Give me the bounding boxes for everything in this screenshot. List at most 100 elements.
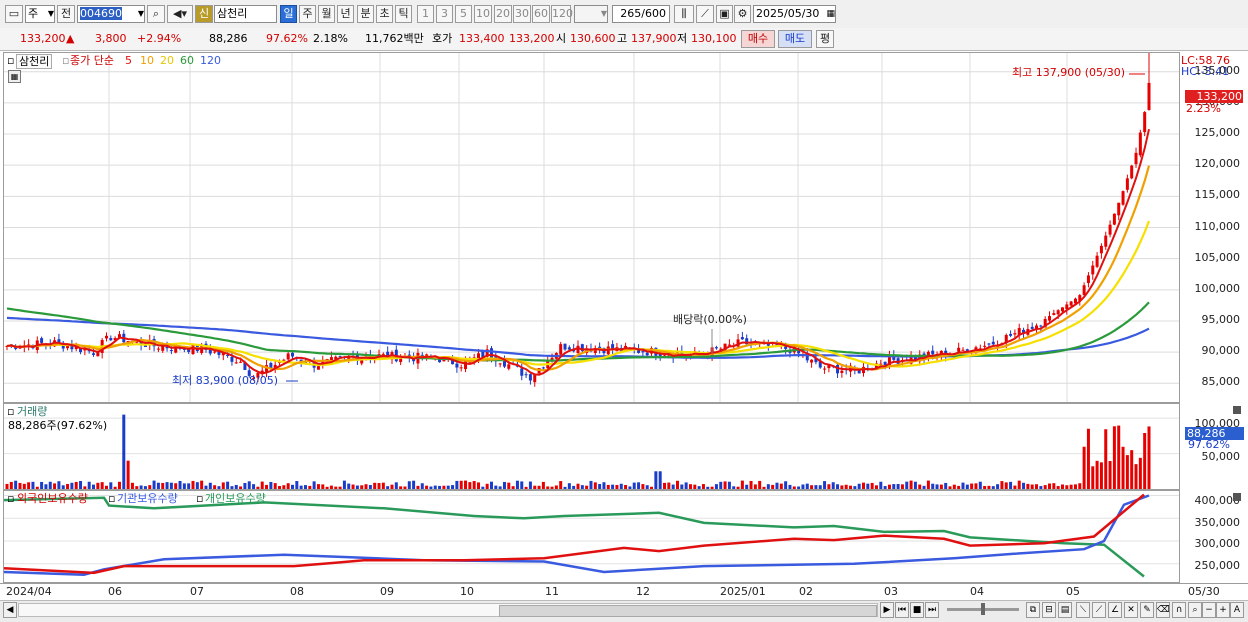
market-select[interactable]: 주 ▼ (25, 5, 55, 23)
prev-button[interactable]: 전 (57, 5, 75, 23)
count-input[interactable]: 265/600 (612, 5, 670, 23)
volume-bar (554, 485, 558, 489)
copy-icon[interactable]: ⧉ (1026, 602, 1040, 618)
buy-button[interactable]: 매수 (741, 30, 775, 48)
volume-bar (61, 485, 65, 489)
volume-bar (117, 481, 121, 489)
font-size-icon[interactable]: A (1230, 602, 1244, 618)
candle-body (983, 345, 987, 347)
volume-bar (546, 486, 550, 489)
candle-body (1138, 132, 1142, 156)
eval-button[interactable]: 평 (816, 30, 834, 48)
period-minute[interactable]: 분 (357, 5, 374, 23)
volume-bar (541, 481, 545, 489)
volume-bar (1147, 426, 1151, 489)
interval-120[interactable]: 120 (551, 5, 573, 23)
interval-3[interactable]: 3 (436, 5, 453, 23)
x-axis-tick: 11 (545, 585, 559, 598)
volume-bar (1035, 484, 1039, 489)
scroll-right-icon[interactable]: ▶ (880, 602, 894, 618)
date-input[interactable]: 2025/05/30 ▦ (753, 5, 836, 23)
cross-icon[interactable]: ✕ (1124, 602, 1138, 618)
candle-body (991, 341, 995, 345)
fib-icon[interactable]: ⟋ (1092, 602, 1106, 618)
period-week[interactable]: 주 (299, 5, 316, 23)
candle-body (957, 347, 961, 352)
candle-icon[interactable]: ⫼ (674, 5, 694, 23)
scrollbar-thumb[interactable] (499, 605, 877, 617)
grid-toggle-icon[interactable]: ▦ (8, 70, 21, 83)
period-tick[interactable]: 틱 (395, 5, 412, 23)
volume-bar (381, 482, 385, 489)
save-icon[interactable]: ▣ (716, 5, 733, 23)
panel-handle-icon[interactable]: ▫ (7, 405, 14, 418)
volume-bar (5, 483, 9, 489)
gear-icon[interactable]: ⚙ (734, 5, 751, 23)
rewind-icon[interactable]: ⏮ (895, 602, 909, 618)
stock-name-field[interactable]: 삼천리 (214, 5, 277, 23)
panel-handle-icon[interactable]: ▫ (7, 54, 14, 67)
pen-icon[interactable]: ✎ (1140, 602, 1154, 618)
date-value: 2025/05/30 (756, 7, 820, 20)
minus-icon[interactable]: − (1202, 602, 1216, 618)
stock-label[interactable]: 삼천리 (16, 54, 53, 69)
candle-body (1125, 178, 1129, 190)
volume-bar (853, 486, 857, 489)
volume-bar (472, 481, 476, 489)
period-day[interactable]: 일 (280, 5, 297, 23)
chart-scrollbar[interactable] (18, 603, 878, 617)
interval-60[interactable]: 60 (532, 5, 550, 23)
trendline-icon[interactable]: ⟍ (1076, 602, 1090, 618)
volume-bar (464, 480, 468, 489)
eraser-icon[interactable]: ⌫ (1156, 602, 1170, 618)
draw-line-icon[interactable]: ⟋ (696, 5, 714, 23)
holding-panel[interactable] (3, 490, 1180, 583)
volume-bar (282, 485, 286, 489)
interval-30[interactable]: 30 (513, 5, 531, 23)
panel-close-icon[interactable] (1233, 406, 1241, 414)
sell-button[interactable]: 매도 (778, 30, 812, 48)
period-second[interactable]: 초 (376, 5, 393, 23)
zoom-slider[interactable] (947, 603, 1019, 615)
volume-bar (887, 484, 891, 489)
volume-bar (451, 485, 455, 489)
panel-close-icon[interactable] (1233, 493, 1241, 501)
search-icon[interactable]: ⌕ (147, 5, 165, 23)
credit-badge[interactable]: 신 (195, 5, 213, 23)
volume-bar (442, 485, 446, 489)
interval-20[interactable]: 20 (494, 5, 512, 23)
volume-bar (269, 481, 273, 489)
volume-bar (9, 481, 13, 489)
candle-body (1069, 301, 1073, 306)
price-chart-panel[interactable] (3, 52, 1180, 403)
stock-code-input[interactable]: 004690 ▼ (77, 5, 145, 23)
stop-icon[interactable]: ■ (910, 602, 924, 618)
period-month[interactable]: 월 (318, 5, 335, 23)
volume-bar (1086, 428, 1090, 489)
layout-icon[interactable]: ⊟ (1042, 602, 1056, 618)
volume-bar (243, 482, 247, 489)
table-icon[interactable]: ▤ (1058, 602, 1072, 618)
scroll-left-icon[interactable]: ◀ (3, 602, 17, 618)
period-year[interactable]: 년 (337, 5, 354, 23)
interval-1[interactable]: 1 (417, 5, 434, 23)
price-y-tick: 135,000 (1194, 63, 1241, 77)
interval-custom-select[interactable]: ▼ (574, 5, 608, 23)
holding-canvas (4, 493, 1179, 578)
angle-icon[interactable]: ∠ (1108, 602, 1122, 618)
zoom-icon[interactable]: ⌕ (1188, 602, 1202, 618)
candle-body (563, 343, 567, 350)
interval-10[interactable]: 10 (474, 5, 492, 23)
volume-panel[interactable] (3, 403, 1180, 490)
window-menu-icon[interactable]: ▭ (5, 5, 23, 23)
speaker-icon[interactable]: ◀▾ (167, 5, 193, 23)
fast-forward-icon[interactable]: ⏭ (925, 602, 939, 618)
volume-bar (1030, 484, 1034, 489)
panel-handle-icon[interactable]: ▫ (7, 492, 14, 505)
plus-icon[interactable]: + (1216, 602, 1230, 618)
magnet-icon[interactable]: ∩ (1172, 602, 1186, 618)
interval-5[interactable]: 5 (455, 5, 472, 23)
candle-body (1104, 235, 1108, 247)
zoom-slider-handle[interactable] (981, 603, 985, 615)
volume-bar (92, 484, 96, 489)
